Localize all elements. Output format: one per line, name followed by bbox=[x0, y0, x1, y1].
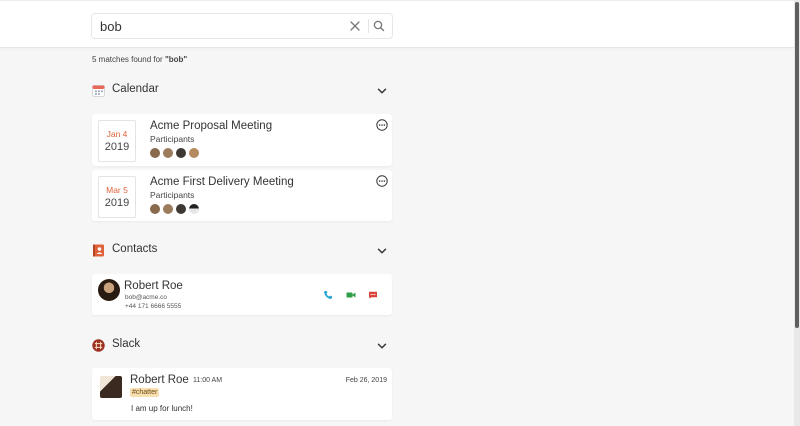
participant-avatar[interactable] bbox=[189, 204, 199, 214]
event-date-box: Jan 4 2019 bbox=[98, 120, 136, 162]
participant-avatar[interactable] bbox=[163, 148, 173, 158]
avatar[interactable] bbox=[100, 376, 122, 398]
calendar-icon bbox=[92, 85, 105, 97]
results-summary-text: 5 matches found for bbox=[92, 55, 165, 64]
calendar-section-header[interactable]: Calendar bbox=[92, 82, 392, 100]
results-summary-query: "bob" bbox=[164, 55, 188, 64]
more-options-icon[interactable] bbox=[376, 119, 388, 131]
top-search-bar bbox=[0, 0, 794, 48]
participant-avatar[interactable] bbox=[163, 204, 173, 214]
event-participants bbox=[150, 204, 202, 214]
message-icon[interactable] bbox=[368, 290, 378, 300]
search-icon bbox=[373, 20, 385, 32]
slack-message-date: Feb 26, 2019 bbox=[345, 377, 387, 384]
event-title: Acme Proposal Meeting bbox=[150, 120, 273, 132]
slack-section-header[interactable]: Slack bbox=[92, 337, 392, 355]
contact-card[interactable]: Robert Roe bob@acme.co +44 171 6666 5555 bbox=[92, 274, 392, 315]
search-divider bbox=[368, 19, 369, 33]
chevron-down-icon[interactable] bbox=[376, 340, 388, 352]
contacts-section-title: Contacts bbox=[112, 243, 158, 255]
slack-message-card[interactable]: Robert Roe 11:00 AM Feb 26, 2019 #chatte… bbox=[92, 368, 392, 420]
chevron-down-icon[interactable] bbox=[376, 245, 388, 257]
event-year: 2019 bbox=[104, 141, 130, 153]
slack-icon bbox=[92, 339, 105, 352]
participant-avatar[interactable] bbox=[150, 148, 160, 158]
event-participants-label: Participants bbox=[150, 190, 195, 200]
clear-search-button[interactable] bbox=[346, 17, 364, 35]
event-month-day: Mar 5 bbox=[106, 185, 128, 195]
chevron-down-icon[interactable] bbox=[376, 85, 388, 97]
calendar-section-title: Calendar bbox=[112, 83, 159, 95]
scrollbar[interactable] bbox=[794, 0, 800, 426]
participant-avatar[interactable] bbox=[176, 204, 186, 214]
slack-message-text: I am up for lunch! bbox=[131, 404, 193, 413]
event-date-box: Mar 5 2019 bbox=[98, 176, 136, 218]
search-input[interactable] bbox=[100, 16, 340, 36]
participant-avatar[interactable] bbox=[150, 204, 160, 214]
search-button[interactable] bbox=[370, 17, 388, 35]
phone-icon[interactable] bbox=[323, 290, 333, 300]
contact-phone: +44 171 6666 5555 bbox=[125, 303, 182, 310]
contacts-section-header[interactable]: Contacts bbox=[92, 242, 392, 260]
contact-email: bob@acme.co bbox=[125, 294, 168, 301]
event-title: Acme First Delivery Meeting bbox=[150, 176, 294, 188]
event-year: 2019 bbox=[104, 197, 130, 209]
video-call-icon[interactable] bbox=[346, 290, 356, 300]
slack-author-name: Robert Roe bbox=[130, 374, 189, 386]
avatar[interactable] bbox=[98, 279, 120, 301]
event-month-day: Jan 4 bbox=[106, 129, 128, 139]
participant-avatar[interactable] bbox=[189, 148, 199, 158]
scrollbar-thumb[interactable] bbox=[795, 2, 799, 328]
calendar-event-card[interactable]: Mar 5 2019 Acme First Delivery Meeting P… bbox=[92, 170, 392, 221]
event-participants bbox=[150, 148, 202, 158]
results-summary: 5 matches found for "bob" bbox=[92, 55, 187, 64]
event-participants-label: Participants bbox=[150, 134, 195, 144]
participant-avatar[interactable] bbox=[176, 148, 186, 158]
slack-channel-badge[interactable]: #chatter bbox=[130, 388, 160, 397]
close-icon bbox=[350, 21, 360, 31]
more-options-icon[interactable] bbox=[376, 175, 388, 187]
contact-name: Robert Roe bbox=[124, 280, 183, 292]
calendar-event-card[interactable]: Jan 4 2019 Acme Proposal Meeting Partici… bbox=[92, 114, 392, 166]
search-box bbox=[91, 13, 393, 39]
slack-section-title: Slack bbox=[112, 338, 141, 350]
slack-message-time: 11:00 AM bbox=[193, 377, 223, 384]
contacts-book-icon bbox=[93, 244, 104, 257]
